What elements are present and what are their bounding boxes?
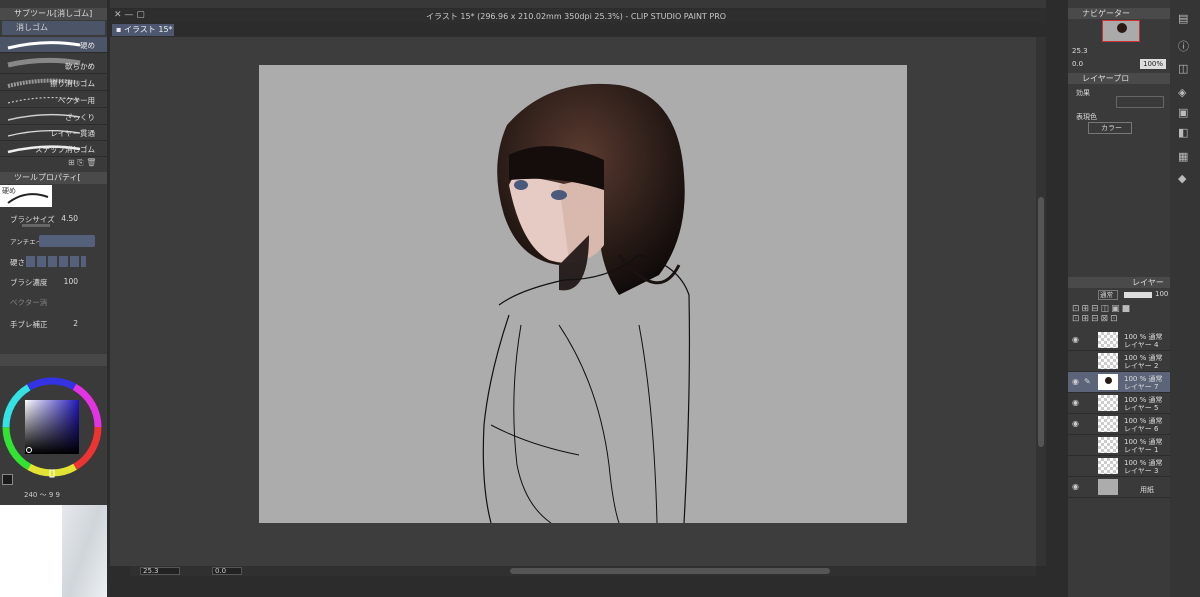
panel-icon-7[interactable]: ▦	[1178, 150, 1188, 163]
effect-label: 効果	[1076, 89, 1090, 97]
brush-item-hard[interactable]: 硬め	[0, 37, 107, 53]
eye-icon[interactable]: ◉	[1072, 378, 1080, 386]
stabilization-row[interactable]: 手ブレ補正 2	[2, 315, 98, 333]
panel-icon-strip: ▤ ⓘ ◫ ◈ ▣ ◧ ▦ ◆	[1170, 0, 1200, 597]
blend-mode-select[interactable]: 通常	[1098, 290, 1118, 300]
panel-icon-3[interactable]: ◫	[1178, 62, 1188, 75]
layer-row[interactable]: 100 % 通常 レイヤー 2	[1068, 351, 1170, 372]
color-wheel-header	[0, 354, 107, 366]
right-panel: ナビゲーター 25.3 0.0 100% レイヤープロ 効果 表現色 カラー レ…	[1068, 0, 1170, 597]
density-row[interactable]: ブラシ濃度 100	[2, 273, 98, 291]
layer-row[interactable]: ◉ 100 % 通常 レイヤー 4	[1068, 330, 1170, 351]
navigator-percent[interactable]: 100%	[1140, 59, 1166, 69]
left-panel: サブツール[消しゴム] 消しゴム 硬め 軟らかめ 擦り消しゴム ベクター用 ざっ…	[0, 0, 107, 597]
brush-stroke-preview	[7, 41, 81, 50]
canvas-statusbar: 25.3 0.0	[130, 566, 1036, 576]
anti-alias-row[interactable]: アンチエイ	[2, 232, 98, 250]
main-color-swatch[interactable]	[2, 474, 13, 485]
canvas-vertical-scrollbar[interactable]	[1036, 37, 1046, 566]
opacity-value[interactable]: 100	[1155, 290, 1168, 298]
brush-item-rub[interactable]: 擦り消しゴム	[0, 75, 107, 91]
hardness-row[interactable]: 硬さ	[2, 253, 98, 271]
layer-toolbar[interactable]: ⊡⊞⊟◫▣■ ⊡⊞⊟⊠⊡	[1072, 304, 1168, 326]
panel-icon-5[interactable]: ▣	[1178, 106, 1188, 119]
artwork	[482, 83, 691, 523]
brush-item-soft[interactable]: 軟らかめ	[0, 54, 107, 74]
window-controls[interactable]: ✕ — ▢	[114, 10, 145, 20]
color-readout: 240 〜 9 9	[24, 491, 60, 499]
brush-size-slider[interactable]	[22, 224, 50, 227]
effect-buttons[interactable]	[1116, 96, 1164, 108]
layer-row[interactable]: ◉ 100 % 通常 レイヤー 5	[1068, 393, 1170, 414]
layer-row-paper[interactable]: ◉ 用紙	[1068, 477, 1170, 498]
layer-row-selected[interactable]: ◉ ✎ 100 % 通常 レイヤー 7	[1068, 372, 1170, 393]
layers-icon[interactable]: ◈	[1178, 86, 1186, 99]
brush-size-row[interactable]: ブラシサイズ 4.50	[2, 210, 98, 228]
navigator-header: ナビゲーター	[1068, 8, 1170, 19]
expression-color-label: 表現色	[1076, 113, 1097, 121]
document-tab-close-icon[interactable]: ▪	[116, 25, 121, 34]
document-tab[interactable]: ▪ イラスト 15*	[112, 24, 174, 36]
layerprop-header: レイヤープロ	[1068, 73, 1170, 84]
layer-panel-header: レイヤー	[1068, 277, 1170, 288]
expression-color-select[interactable]: カラー	[1088, 122, 1132, 134]
panel-icon-8[interactable]: ◆	[1178, 172, 1186, 185]
document-canvas[interactable]	[259, 65, 907, 523]
panel-icon-6[interactable]: ◧	[1178, 126, 1188, 139]
hardness-levels[interactable]	[26, 256, 86, 267]
vector-erase-row[interactable]: ベクター消	[2, 293, 98, 311]
layer-row[interactable]: 100 % 通常 レイヤー 1	[1068, 435, 1170, 456]
command-bar	[110, 0, 1046, 8]
brush-item-rough[interactable]: ざっくり	[0, 109, 107, 125]
eye-icon[interactable]	[1072, 462, 1080, 470]
brush-preview: 硬め	[0, 185, 52, 207]
zoom-field[interactable]: 25.3	[140, 567, 180, 575]
eye-icon[interactable]	[1072, 357, 1080, 365]
eye-icon[interactable]: ◉	[1072, 483, 1080, 491]
eye-icon[interactable]: ◉	[1072, 399, 1080, 407]
navigator-angle[interactable]: 0.0	[1072, 60, 1083, 68]
window-title: イラスト 15* (296.96 x 210.02mm 350dpi 25.3%…	[426, 12, 727, 21]
info-icon[interactable]: ⓘ	[1178, 38, 1189, 54]
eye-icon[interactable]	[1072, 441, 1080, 449]
subtool-header: サブツール[消しゴム]	[0, 8, 107, 20]
eye-icon[interactable]: ◉	[1072, 420, 1080, 428]
layer-row[interactable]: ◉ 100 % 通常 レイヤー 6	[1068, 414, 1170, 435]
canvas-horizontal-scrollbar[interactable]	[510, 568, 830, 574]
brush-item-snap[interactable]: スナップ消しゴム	[0, 141, 107, 157]
edit-pen-icon: ✎	[1084, 377, 1091, 386]
window-titlebar: ✕ — ▢ イラスト 15* (296.96 x 210.02mm 350dpi…	[110, 9, 1046, 23]
subtool-group-tab[interactable]: 消しゴム	[2, 21, 105, 35]
subtool-actions[interactable]: ⊞ ⎘ 🗑	[68, 158, 104, 168]
angle-field[interactable]: 0.0	[212, 567, 242, 575]
toolprop-header: ツールプロパティ[	[0, 172, 107, 184]
brush-item-through[interactable]: レイヤー貫通	[0, 125, 107, 141]
navigator-preview[interactable]	[1102, 20, 1140, 42]
panel-icon-1[interactable]: ▤	[1178, 12, 1188, 25]
brush-item-vector[interactable]: ベクター用	[0, 92, 107, 108]
eye-icon[interactable]: ◉	[1072, 336, 1080, 344]
layer-row[interactable]: 100 % 通常 レイヤー 3	[1068, 456, 1170, 477]
desktop-behind	[0, 505, 107, 597]
color-wheel[interactable]	[0, 372, 107, 482]
anti-alias-options[interactable]	[39, 235, 95, 247]
opacity-slider[interactable]	[1124, 292, 1152, 298]
navigator-zoom[interactable]: 25.3	[1072, 47, 1088, 55]
